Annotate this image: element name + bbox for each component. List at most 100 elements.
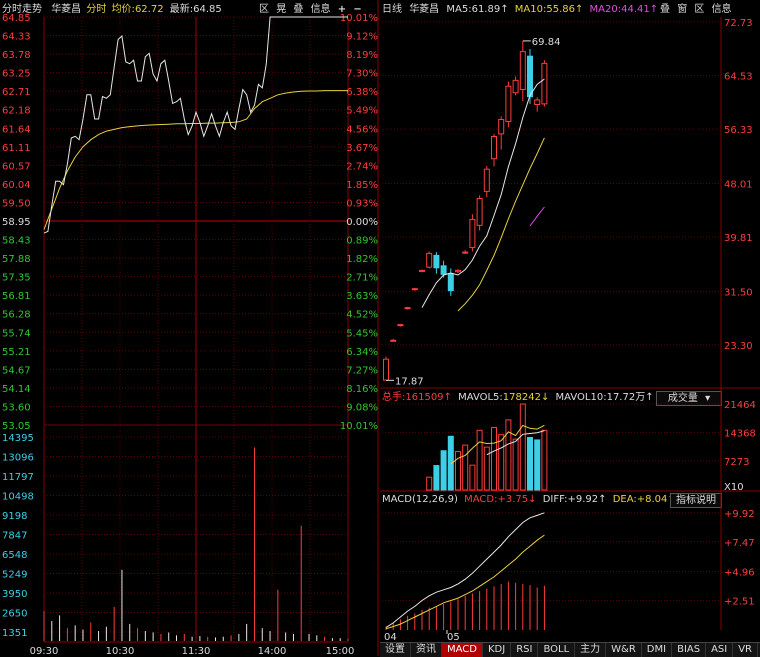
pct-tick-label: 3.67%: [346, 143, 378, 154]
daily-volume-tick: 14368: [724, 428, 756, 439]
candle-body: [440, 265, 447, 275]
daily-tick-label: 23.30: [724, 341, 753, 352]
tab-vr[interactable]: VR: [733, 643, 759, 657]
price-tick-label: 54.14: [2, 384, 31, 395]
tab-kdj[interactable]: KDJ: [483, 643, 512, 657]
candle-body: [447, 273, 454, 292]
candle-body: [383, 358, 389, 381]
pct-tick-label: 0.89%: [346, 236, 378, 247]
price-tick-label: 58.43: [2, 236, 31, 247]
high-annotation: 69.84: [532, 37, 561, 48]
candle-body: [390, 339, 397, 342]
tab-dmi[interactable]: DMI: [642, 643, 673, 657]
daily-volume-bar: [469, 464, 476, 491]
candle-body: [527, 55, 533, 98]
candle-body: [498, 119, 505, 135]
pct-tick-label: 4.52%: [346, 310, 378, 321]
daily-volume-bar: [541, 429, 548, 491]
volume-tick-label: 3950: [2, 589, 27, 600]
ma20-line: [529, 206, 545, 227]
tab-[interactable]: 设置: [380, 643, 411, 657]
tab-boll[interactable]: BOLL: [538, 643, 576, 657]
tab-macd[interactable]: MACD: [442, 643, 483, 657]
candle-body: [433, 254, 440, 269]
pct-tick-label: 7.27%: [346, 365, 378, 376]
time-tick-label: 14:00: [258, 646, 287, 656]
pct-tick-label: 7.30%: [346, 69, 378, 80]
pct-tick-label: 2.74%: [346, 161, 378, 172]
price-tick-label: 64.33: [2, 32, 31, 43]
candle-body: [455, 269, 461, 273]
price-tick-label: 55.21: [2, 347, 31, 358]
pct-tick-label: 1.82%: [346, 254, 378, 265]
daily-volume-bar: [426, 476, 433, 491]
volume-tick-label: 5249: [2, 570, 27, 581]
daily-volume-bar: [440, 450, 447, 491]
macd-tick-label: +4.96: [724, 567, 755, 578]
daily-volume-bar: [433, 465, 440, 491]
pct-tick-label: 6.38%: [346, 87, 378, 98]
pct-tick-label: 6.34%: [346, 347, 378, 358]
macd-tick-label: +7.47: [724, 538, 755, 549]
pct-tick-label: 0.00%: [346, 217, 378, 228]
daily-volume-bar: [512, 438, 519, 491]
macd-tick-label: +9.92: [724, 509, 755, 520]
daily-volume-bar: [491, 426, 497, 491]
candle-body: [426, 252, 433, 268]
daily-volume-bar: [498, 434, 505, 491]
candle-body: [519, 51, 526, 90]
tab-bias[interactable]: BIAS: [672, 643, 707, 657]
candle-body: [512, 79, 519, 94]
volume-tick-label: 10498: [2, 492, 34, 503]
time-tick-label: 15:00: [326, 646, 355, 656]
daily-tick-label: 72.73: [724, 18, 753, 29]
price-tick-label: 61.64: [2, 124, 31, 135]
price-tick-label: 60.57: [2, 161, 31, 172]
price-tick-label: 56.81: [2, 291, 31, 302]
daily-volume-bar: [519, 403, 526, 491]
candle-body: [462, 251, 469, 254]
candle-body: [505, 85, 512, 122]
daily-volume-tick: 7273: [724, 457, 749, 468]
candle-body: [419, 269, 425, 272]
price-tick-label: 63.78: [2, 50, 31, 61]
ma5-line: [421, 78, 545, 308]
daily-tick-label: 39.81: [724, 233, 753, 244]
indicator-tabs: 设置资讯MACDKDJRSIBOLL主力W&RDMIBIASASIVRAR...: [380, 642, 760, 657]
daily-volume-bar: [505, 419, 512, 491]
price-tick-label: 62.71: [2, 87, 31, 98]
pct-tick-label: 8.19%: [346, 50, 378, 61]
pct-tick-label: 2.71%: [346, 273, 378, 284]
macd-tick-label: +2.51: [724, 596, 755, 607]
pct-tick-label: 9.08%: [346, 402, 378, 413]
time-tick-label: 10:30: [106, 646, 135, 656]
pct-tick-label: 8.16%: [346, 384, 378, 395]
daily-tick-label: 31.50: [724, 287, 753, 298]
pct-tick-label: 0.93%: [346, 198, 378, 209]
volume-tick-label: 9198: [2, 511, 27, 522]
volume-tick-label: 13096: [2, 453, 34, 464]
tab-asi[interactable]: ASI: [706, 643, 734, 657]
daily-tick-label: 56.33: [724, 125, 753, 136]
tab-[interactable]: 资讯: [411, 643, 442, 657]
tab-w-r[interactable]: W&R: [606, 643, 642, 657]
price-tick-label: 63.25: [2, 69, 31, 80]
volume-unit-label: X10: [724, 482, 744, 493]
price-tick-label: 54.67: [2, 365, 31, 376]
candle-body: [476, 198, 483, 226]
daily-volume-bar: [476, 429, 483, 491]
candle-body: [397, 324, 404, 327]
pct-tick-label: 9.12%: [346, 32, 378, 43]
tab-[interactable]: 主力: [575, 643, 607, 657]
pct-tick-label: 3.63%: [346, 291, 378, 302]
candle-body: [534, 99, 541, 106]
pct-tick-label: 4.56%: [346, 124, 378, 135]
candle-body: [541, 62, 548, 105]
price-tick-label: 53.60: [2, 402, 31, 413]
price-tick-label: 56.28: [2, 310, 31, 321]
tab-rsi[interactable]: RSI: [511, 643, 539, 657]
price-tick-label: 60.04: [2, 180, 31, 191]
pct-tick-label: 10.01%: [340, 13, 378, 24]
daily-tick-label: 48.01: [724, 179, 753, 190]
volume-tick-label: 14395: [2, 433, 34, 444]
